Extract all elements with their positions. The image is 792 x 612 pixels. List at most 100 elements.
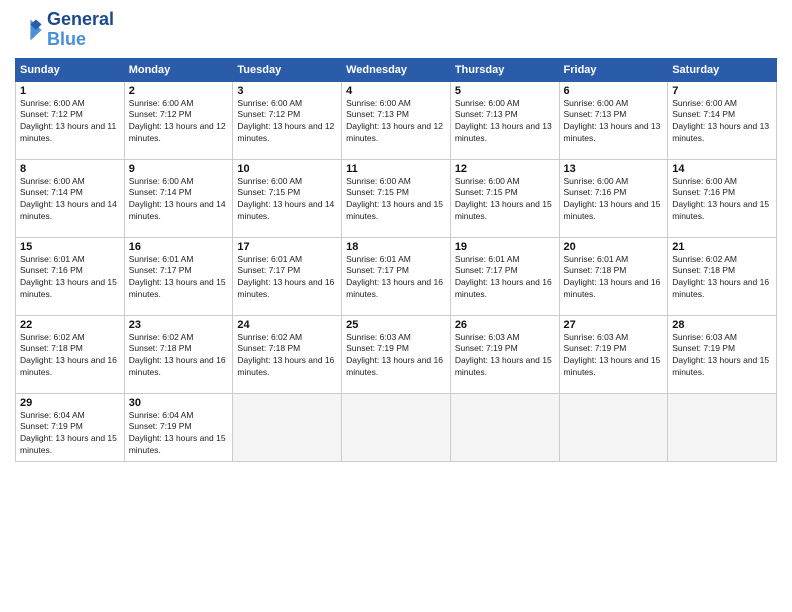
- day-info: Sunrise: 6:02 AMSunset: 7:18 PMDaylight:…: [129, 332, 229, 380]
- weekday-header-friday: Friday: [559, 58, 668, 81]
- day-number: 19: [455, 241, 555, 253]
- calendar-cell: 15Sunrise: 6:01 AMSunset: 7:16 PMDayligh…: [16, 237, 125, 315]
- calendar-cell: 8Sunrise: 6:00 AMSunset: 7:14 PMDaylight…: [16, 159, 125, 237]
- day-info: Sunrise: 6:00 AMSunset: 7:16 PMDaylight:…: [672, 176, 772, 224]
- calendar-cell: 22Sunrise: 6:02 AMSunset: 7:18 PMDayligh…: [16, 315, 125, 393]
- day-number: 5: [455, 85, 555, 97]
- day-info: Sunrise: 6:01 AMSunset: 7:17 PMDaylight:…: [455, 254, 555, 302]
- calendar-cell: 28Sunrise: 6:03 AMSunset: 7:19 PMDayligh…: [668, 315, 777, 393]
- day-number: 23: [129, 319, 229, 331]
- day-number: 1: [20, 85, 120, 97]
- calendar-cell: 29Sunrise: 6:04 AMSunset: 7:19 PMDayligh…: [16, 393, 125, 461]
- calendar-cell: 18Sunrise: 6:01 AMSunset: 7:17 PMDayligh…: [342, 237, 451, 315]
- day-info: Sunrise: 6:00 AMSunset: 7:13 PMDaylight:…: [455, 98, 555, 146]
- day-info: Sunrise: 6:03 AMSunset: 7:19 PMDaylight:…: [455, 332, 555, 380]
- calendar-cell: 17Sunrise: 6:01 AMSunset: 7:17 PMDayligh…: [233, 237, 342, 315]
- day-info: Sunrise: 6:01 AMSunset: 7:17 PMDaylight:…: [129, 254, 229, 302]
- calendar-cell: 6Sunrise: 6:00 AMSunset: 7:13 PMDaylight…: [559, 81, 668, 159]
- calendar-week-row: 15Sunrise: 6:01 AMSunset: 7:16 PMDayligh…: [16, 237, 777, 315]
- calendar-cell: [668, 393, 777, 461]
- day-info: Sunrise: 6:02 AMSunset: 7:18 PMDaylight:…: [20, 332, 120, 380]
- day-number: 13: [564, 163, 664, 175]
- day-info: Sunrise: 6:00 AMSunset: 7:12 PMDaylight:…: [237, 98, 337, 146]
- day-number: 17: [237, 241, 337, 253]
- day-number: 24: [237, 319, 337, 331]
- day-info: Sunrise: 6:04 AMSunset: 7:19 PMDaylight:…: [129, 410, 229, 458]
- calendar-cell: 3Sunrise: 6:00 AMSunset: 7:12 PMDaylight…: [233, 81, 342, 159]
- day-info: Sunrise: 6:00 AMSunset: 7:14 PMDaylight:…: [20, 176, 120, 224]
- logo-text: General Blue: [47, 10, 114, 50]
- day-number: 27: [564, 319, 664, 331]
- day-info: Sunrise: 6:00 AMSunset: 7:16 PMDaylight:…: [564, 176, 664, 224]
- day-info: Sunrise: 6:02 AMSunset: 7:18 PMDaylight:…: [672, 254, 772, 302]
- page: General Blue SundayMondayTuesdayWednesda…: [0, 0, 792, 612]
- day-number: 7: [672, 85, 772, 97]
- day-number: 21: [672, 241, 772, 253]
- day-number: 22: [20, 319, 120, 331]
- day-number: 30: [129, 397, 229, 409]
- day-info: Sunrise: 6:03 AMSunset: 7:19 PMDaylight:…: [672, 332, 772, 380]
- day-info: Sunrise: 6:00 AMSunset: 7:14 PMDaylight:…: [672, 98, 772, 146]
- calendar-cell: 27Sunrise: 6:03 AMSunset: 7:19 PMDayligh…: [559, 315, 668, 393]
- day-number: 9: [129, 163, 229, 175]
- day-number: 2: [129, 85, 229, 97]
- calendar-cell: 7Sunrise: 6:00 AMSunset: 7:14 PMDaylight…: [668, 81, 777, 159]
- calendar-cell: 10Sunrise: 6:00 AMSunset: 7:15 PMDayligh…: [233, 159, 342, 237]
- calendar-cell: 16Sunrise: 6:01 AMSunset: 7:17 PMDayligh…: [124, 237, 233, 315]
- day-info: Sunrise: 6:00 AMSunset: 7:15 PMDaylight:…: [455, 176, 555, 224]
- day-number: 12: [455, 163, 555, 175]
- weekday-header-row: SundayMondayTuesdayWednesdayThursdayFrid…: [16, 58, 777, 81]
- day-info: Sunrise: 6:01 AMSunset: 7:17 PMDaylight:…: [346, 254, 446, 302]
- calendar-cell: [233, 393, 342, 461]
- calendar-cell: 12Sunrise: 6:00 AMSunset: 7:15 PMDayligh…: [450, 159, 559, 237]
- weekday-header-tuesday: Tuesday: [233, 58, 342, 81]
- day-number: 18: [346, 241, 446, 253]
- logo: General Blue: [15, 10, 114, 50]
- day-number: 26: [455, 319, 555, 331]
- day-number: 10: [237, 163, 337, 175]
- day-number: 25: [346, 319, 446, 331]
- calendar-week-row: 22Sunrise: 6:02 AMSunset: 7:18 PMDayligh…: [16, 315, 777, 393]
- day-number: 15: [20, 241, 120, 253]
- day-number: 29: [20, 397, 120, 409]
- calendar-cell: 14Sunrise: 6:00 AMSunset: 7:16 PMDayligh…: [668, 159, 777, 237]
- day-info: Sunrise: 6:01 AMSunset: 7:16 PMDaylight:…: [20, 254, 120, 302]
- day-info: Sunrise: 6:00 AMSunset: 7:14 PMDaylight:…: [129, 176, 229, 224]
- calendar-cell: 23Sunrise: 6:02 AMSunset: 7:18 PMDayligh…: [124, 315, 233, 393]
- calendar-cell: 20Sunrise: 6:01 AMSunset: 7:18 PMDayligh…: [559, 237, 668, 315]
- day-info: Sunrise: 6:01 AMSunset: 7:17 PMDaylight:…: [237, 254, 337, 302]
- weekday-header-monday: Monday: [124, 58, 233, 81]
- calendar-cell: 13Sunrise: 6:00 AMSunset: 7:16 PMDayligh…: [559, 159, 668, 237]
- calendar-cell: 24Sunrise: 6:02 AMSunset: 7:18 PMDayligh…: [233, 315, 342, 393]
- day-info: Sunrise: 6:00 AMSunset: 7:12 PMDaylight:…: [129, 98, 229, 146]
- day-info: Sunrise: 6:04 AMSunset: 7:19 PMDaylight:…: [20, 410, 120, 458]
- day-number: 3: [237, 85, 337, 97]
- day-number: 16: [129, 241, 229, 253]
- day-number: 11: [346, 163, 446, 175]
- day-number: 6: [564, 85, 664, 97]
- day-info: Sunrise: 6:01 AMSunset: 7:18 PMDaylight:…: [564, 254, 664, 302]
- calendar-cell: 1Sunrise: 6:00 AMSunset: 7:12 PMDaylight…: [16, 81, 125, 159]
- calendar-cell: 21Sunrise: 6:02 AMSunset: 7:18 PMDayligh…: [668, 237, 777, 315]
- day-number: 20: [564, 241, 664, 253]
- day-number: 28: [672, 319, 772, 331]
- day-info: Sunrise: 6:03 AMSunset: 7:19 PMDaylight:…: [346, 332, 446, 380]
- day-info: Sunrise: 6:00 AMSunset: 7:15 PMDaylight:…: [237, 176, 337, 224]
- calendar-cell: [559, 393, 668, 461]
- calendar-week-row: 29Sunrise: 6:04 AMSunset: 7:19 PMDayligh…: [16, 393, 777, 461]
- calendar-week-row: 1Sunrise: 6:00 AMSunset: 7:12 PMDaylight…: [16, 81, 777, 159]
- logo-icon: [15, 16, 43, 44]
- header: General Blue: [15, 10, 777, 50]
- day-number: 4: [346, 85, 446, 97]
- day-info: Sunrise: 6:00 AMSunset: 7:12 PMDaylight:…: [20, 98, 120, 146]
- calendar-cell: 5Sunrise: 6:00 AMSunset: 7:13 PMDaylight…: [450, 81, 559, 159]
- calendar-cell: 25Sunrise: 6:03 AMSunset: 7:19 PMDayligh…: [342, 315, 451, 393]
- day-info: Sunrise: 6:03 AMSunset: 7:19 PMDaylight:…: [564, 332, 664, 380]
- day-info: Sunrise: 6:00 AMSunset: 7:13 PMDaylight:…: [564, 98, 664, 146]
- calendar-week-row: 8Sunrise: 6:00 AMSunset: 7:14 PMDaylight…: [16, 159, 777, 237]
- weekday-header-saturday: Saturday: [668, 58, 777, 81]
- day-number: 14: [672, 163, 772, 175]
- calendar-cell: 9Sunrise: 6:00 AMSunset: 7:14 PMDaylight…: [124, 159, 233, 237]
- calendar-cell: 19Sunrise: 6:01 AMSunset: 7:17 PMDayligh…: [450, 237, 559, 315]
- calendar-cell: 11Sunrise: 6:00 AMSunset: 7:15 PMDayligh…: [342, 159, 451, 237]
